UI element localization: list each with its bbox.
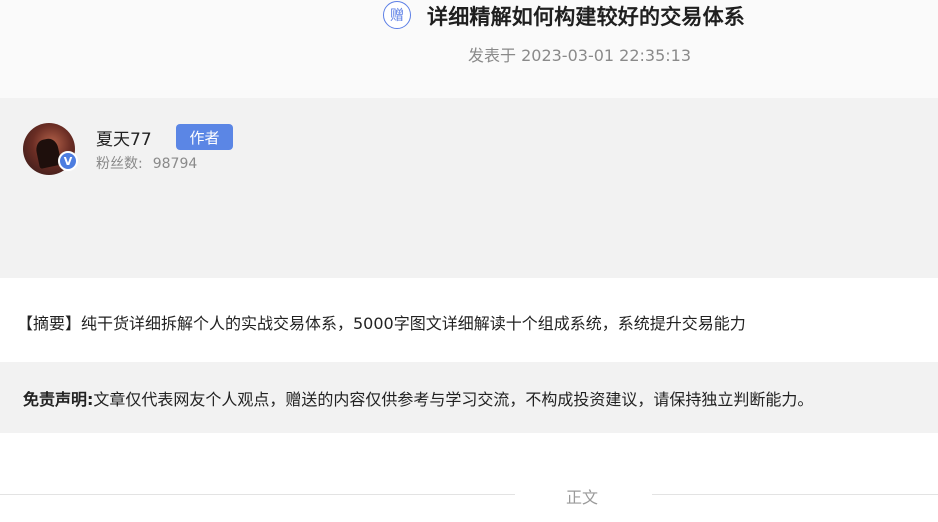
publish-date: 发表于 2023-03-01 22:35:13 xyxy=(468,46,692,65)
page-title: 详细精解如何构建较好的交易体系 xyxy=(427,5,745,29)
article-page: 赠 详细精解如何构建较好的交易体系 发表于 2023-03-01 22:35:1… xyxy=(0,0,938,522)
fans-label: 粉丝数: xyxy=(96,156,143,172)
author-section: V 夏天77 作者 粉丝数: 98794 xyxy=(0,98,938,278)
author-badge: 作者 xyxy=(176,124,233,150)
author-name[interactable]: 夏天77 xyxy=(96,125,152,150)
article-header: 赠 详细精解如何构建较好的交易体系 发表于 2023-03-01 22:35:1… xyxy=(0,0,938,98)
fans-value: 98794 xyxy=(152,156,198,172)
section-divider-label: 正文 xyxy=(566,488,599,507)
article-summary: 【摘要】纯干货详细拆解个人的实战交易体系，5000字图文详细解读十个组成系统，系… xyxy=(17,314,746,333)
divider-line-right xyxy=(652,494,938,495)
gift-icon-label: 赠 xyxy=(390,8,404,24)
verified-icon-label: V xyxy=(63,154,73,168)
verified-icon: V xyxy=(58,151,78,171)
fans-count: 粉丝数: 98794 xyxy=(96,153,197,173)
disclaimer-section: 免责声明:文章仅代表网友个人观点，赠送的内容仅供参考与学习交流，不构成投资建议，… xyxy=(0,362,938,433)
disclaimer-text: 免责声明:文章仅代表网友个人观点，赠送的内容仅供参考与学习交流，不构成投资建议，… xyxy=(23,386,813,410)
disclaimer-body: 文章仅代表网友个人观点，赠送的内容仅供参考与学习交流，不构成投资建议，请保持独立… xyxy=(93,390,814,409)
divider-line-left xyxy=(0,494,515,495)
gift-icon: 赠 xyxy=(383,1,411,29)
disclaimer-label: 免责声明: xyxy=(23,390,94,409)
